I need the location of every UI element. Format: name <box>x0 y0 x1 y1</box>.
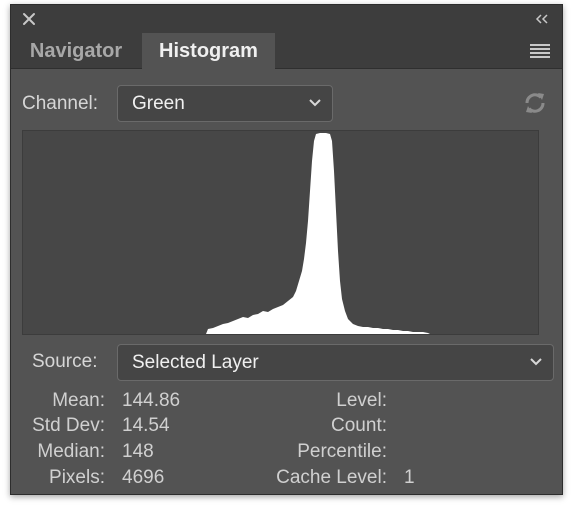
channel-value: Green <box>132 93 185 114</box>
channel-label: Channel: <box>22 93 99 114</box>
histogram-panel: Navigator Histogram Channel: Green Sourc… <box>10 4 563 495</box>
panel-titlebar[interactable] <box>11 5 562 33</box>
std-dev-value: 14.54 <box>122 415 170 436</box>
histogram-chart <box>22 130 539 335</box>
cache-level-label: Cache Level: <box>276 467 387 488</box>
count-label: Count: <box>331 415 387 436</box>
std-dev-label: Std Dev: <box>32 415 105 436</box>
pixels-label: Pixels: <box>49 467 105 488</box>
chevron-down-icon <box>530 358 542 366</box>
close-icon[interactable] <box>22 12 36 26</box>
channel-select[interactable]: Green <box>117 85 333 122</box>
percentile-label: Percentile: <box>297 441 387 462</box>
tab-histogram[interactable]: Histogram <box>142 33 275 69</box>
source-label: Source: <box>32 351 98 372</box>
chevron-down-icon <box>309 99 321 107</box>
tab-bar: Navigator Histogram <box>11 33 562 69</box>
refresh-icon[interactable] <box>523 91 547 115</box>
hamburger-menu-icon[interactable] <box>530 44 550 58</box>
median-label: Median: <box>37 441 105 462</box>
double-chevron-left-icon[interactable] <box>534 13 550 25</box>
histogram-fill <box>206 133 430 334</box>
source-value: Selected Layer <box>132 352 259 373</box>
mean-label: Mean: <box>52 390 105 411</box>
tab-navigator[interactable]: Navigator <box>11 33 141 69</box>
level-label: Level: <box>336 390 387 411</box>
histogram-graph <box>206 133 430 334</box>
pixels-value: 4696 <box>122 467 165 488</box>
cache-level-value: 1 <box>404 467 415 488</box>
mean-value: 144.86 <box>122 390 181 411</box>
median-value: 148 <box>122 441 154 462</box>
source-select[interactable]: Selected Layer <box>117 344 554 381</box>
